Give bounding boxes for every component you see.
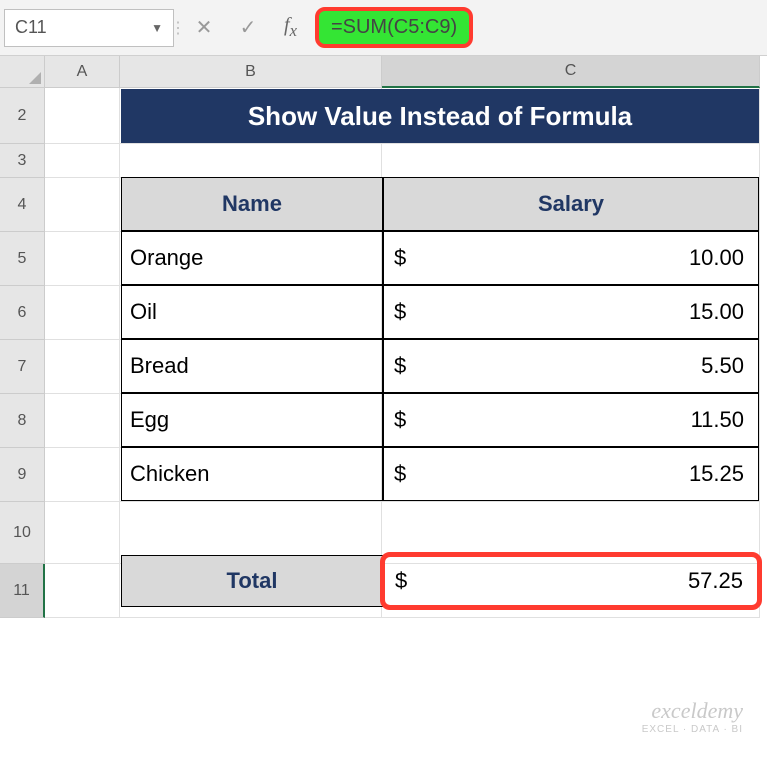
cell[interactable] — [45, 144, 120, 178]
cell[interactable] — [382, 144, 760, 178]
select-all-corner[interactable] — [0, 56, 45, 88]
total-value-cell[interactable]: $ 57.25 — [383, 555, 759, 607]
cancel-icon[interactable]: ✕ — [182, 8, 226, 48]
cell[interactable] — [45, 232, 120, 286]
item-name[interactable]: Oil — [121, 285, 383, 339]
salary-value: 10.00 — [689, 245, 744, 271]
row-header-7[interactable]: 7 — [0, 340, 45, 394]
row-header-11[interactable]: 11 — [0, 564, 45, 618]
cell[interactable] — [45, 88, 120, 144]
cell[interactable] — [120, 144, 382, 178]
total-value: 57.25 — [688, 568, 743, 594]
cell[interactable] — [45, 340, 120, 394]
name-box[interactable]: C11 ▼ — [4, 9, 174, 47]
cell[interactable] — [45, 178, 120, 232]
name-box-dropdown-icon[interactable]: ▼ — [151, 21, 163, 35]
separator: ⋮ — [174, 9, 182, 47]
row-header-5[interactable]: 5 — [0, 232, 45, 286]
row-header-10[interactable]: 10 — [0, 502, 45, 564]
item-salary[interactable]: $11.50 — [383, 393, 759, 447]
salary-value: 5.50 — [701, 353, 744, 379]
enter-icon[interactable]: ✓ — [226, 8, 270, 48]
item-name[interactable]: Egg — [121, 393, 383, 447]
name-box-value: C11 — [15, 17, 47, 38]
table-row: Egg $11.50 — [121, 393, 759, 447]
cell[interactable] — [45, 394, 120, 448]
item-name[interactable]: Bread — [121, 339, 383, 393]
table-row: Orange $10.00 — [121, 231, 759, 285]
currency-symbol: $ — [394, 407, 406, 433]
total-highlight: $ 57.25 — [380, 552, 762, 610]
row-header-4[interactable]: 4 — [0, 178, 45, 232]
col-header-b[interactable]: B — [120, 56, 382, 88]
item-salary[interactable]: $15.00 — [383, 285, 759, 339]
item-salary[interactable]: $15.25 — [383, 447, 759, 501]
currency-symbol: $ — [394, 245, 406, 271]
watermark-tag: EXCEL · DATA · BI — [642, 724, 743, 735]
currency-symbol: $ — [394, 353, 406, 379]
currency-symbol: $ — [395, 568, 407, 594]
col-header-c[interactable]: C — [382, 56, 760, 88]
header-name: Name — [121, 177, 383, 231]
salary-value: 15.25 — [689, 461, 744, 487]
row-header-3[interactable]: 3 — [0, 144, 45, 178]
col-header-a[interactable]: A — [45, 56, 120, 88]
item-name[interactable]: Orange — [121, 231, 383, 285]
table-row: Bread $5.50 — [121, 339, 759, 393]
page-title: Show Value Instead of Formula — [121, 89, 759, 143]
cell[interactable] — [45, 286, 120, 340]
table-row: Chicken $15.25 — [121, 447, 759, 501]
fx-icon[interactable]: fx — [270, 14, 311, 41]
header-salary: Salary — [383, 177, 759, 231]
item-salary[interactable]: $10.00 — [383, 231, 759, 285]
item-salary[interactable]: $5.50 — [383, 339, 759, 393]
formula-input[interactable]: =SUM(C5:C9) — [311, 6, 763, 50]
row-header-9[interactable]: 9 — [0, 448, 45, 502]
currency-symbol: $ — [394, 461, 406, 487]
table-row: Oil $15.00 — [121, 285, 759, 339]
item-name[interactable]: Chicken — [121, 447, 383, 501]
row-header-6[interactable]: 6 — [0, 286, 45, 340]
data-table: Name Salary Orange $10.00 Oil $15.00 Bre… — [121, 177, 759, 501]
row-header-8[interactable]: 8 — [0, 394, 45, 448]
cell[interactable] — [45, 564, 120, 618]
cell[interactable] — [45, 448, 120, 502]
salary-value: 15.00 — [689, 299, 744, 325]
cell[interactable] — [45, 502, 120, 564]
total-label[interactable]: Total — [121, 555, 383, 607]
formula-bar: C11 ▼ ⋮ ✕ ✓ fx =SUM(C5:C9) — [0, 0, 767, 56]
currency-symbol: $ — [394, 299, 406, 325]
row-header-2[interactable]: 2 — [0, 88, 45, 144]
watermark: exceldemy EXCEL · DATA · BI — [642, 698, 743, 735]
formula-text: =SUM(C5:C9) — [315, 7, 473, 48]
total-row: Total $ 57.25 — [121, 555, 759, 607]
watermark-brand: exceldemy — [651, 698, 743, 723]
salary-value: 11.50 — [691, 407, 744, 433]
